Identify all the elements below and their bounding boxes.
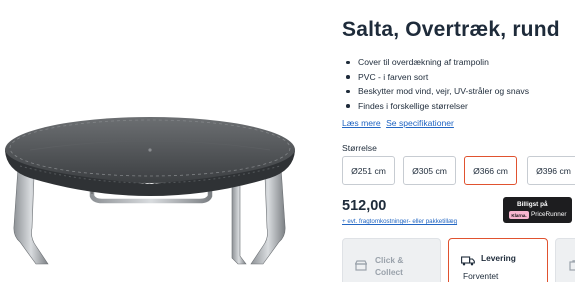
size-option-366[interactable]: Ø366 cm [464, 156, 517, 185]
feature-item: Findes i forskellige størrelser [342, 99, 529, 114]
shipping-note-link[interactable]: + evt. fragtomkostninger- eller pakketil… [342, 218, 457, 225]
size-option-396[interactable]: Ø396 cm [527, 156, 575, 185]
klarna-logo: Klarna. [509, 211, 529, 219]
size-option-251[interactable]: Ø251 cm [342, 156, 395, 185]
click-collect-label: Click & Collect [375, 255, 404, 277]
pricerunner-badge[interactable]: Billigst på Klarna. PriceRunner [503, 197, 572, 223]
size-option-305[interactable]: Ø305 cm [403, 156, 456, 185]
pricerunner-top-text: Billigst på [517, 201, 548, 208]
feature-item: PVC - i farven sort [342, 70, 529, 85]
pickup-icon [569, 258, 575, 276]
pricerunner-name: PriceRunner [531, 210, 567, 218]
price: 512,00 [342, 198, 387, 214]
trampoline-illustration [5, 117, 295, 265]
delivery-label: Levering [481, 253, 516, 263]
product-title: Salta, Overtræk, rund [342, 18, 560, 41]
delivery-option[interactable]: Levering Forventet [448, 238, 548, 282]
feature-list: Cover til overdækning af trampolin PVC -… [342, 55, 529, 113]
truck-icon [461, 253, 475, 271]
feature-item: Beskytter mod vind, vejr, UV-stråler og … [342, 84, 529, 99]
click-collect-option[interactable]: Click & Collect [342, 238, 441, 282]
product-info: Salta, Overtræk, rund Cover til overdækn… [342, 0, 575, 282]
specs-link[interactable]: Se specifikationer [386, 118, 454, 128]
info-links: Læs mere Se specifikationer [342, 118, 457, 128]
feature-item: Cover til overdækning af trampolin [342, 55, 529, 70]
read-more-link[interactable]: Læs mere [342, 118, 381, 128]
third-delivery-option[interactable] [555, 238, 575, 282]
product-image [0, 0, 300, 282]
size-label: Størrelse [342, 143, 377, 153]
size-selector: Ø251 cm Ø305 cm Ø366 cm Ø396 cm [342, 156, 575, 185]
delivery-sub: Forventet [463, 271, 499, 281]
store-icon [354, 258, 368, 276]
